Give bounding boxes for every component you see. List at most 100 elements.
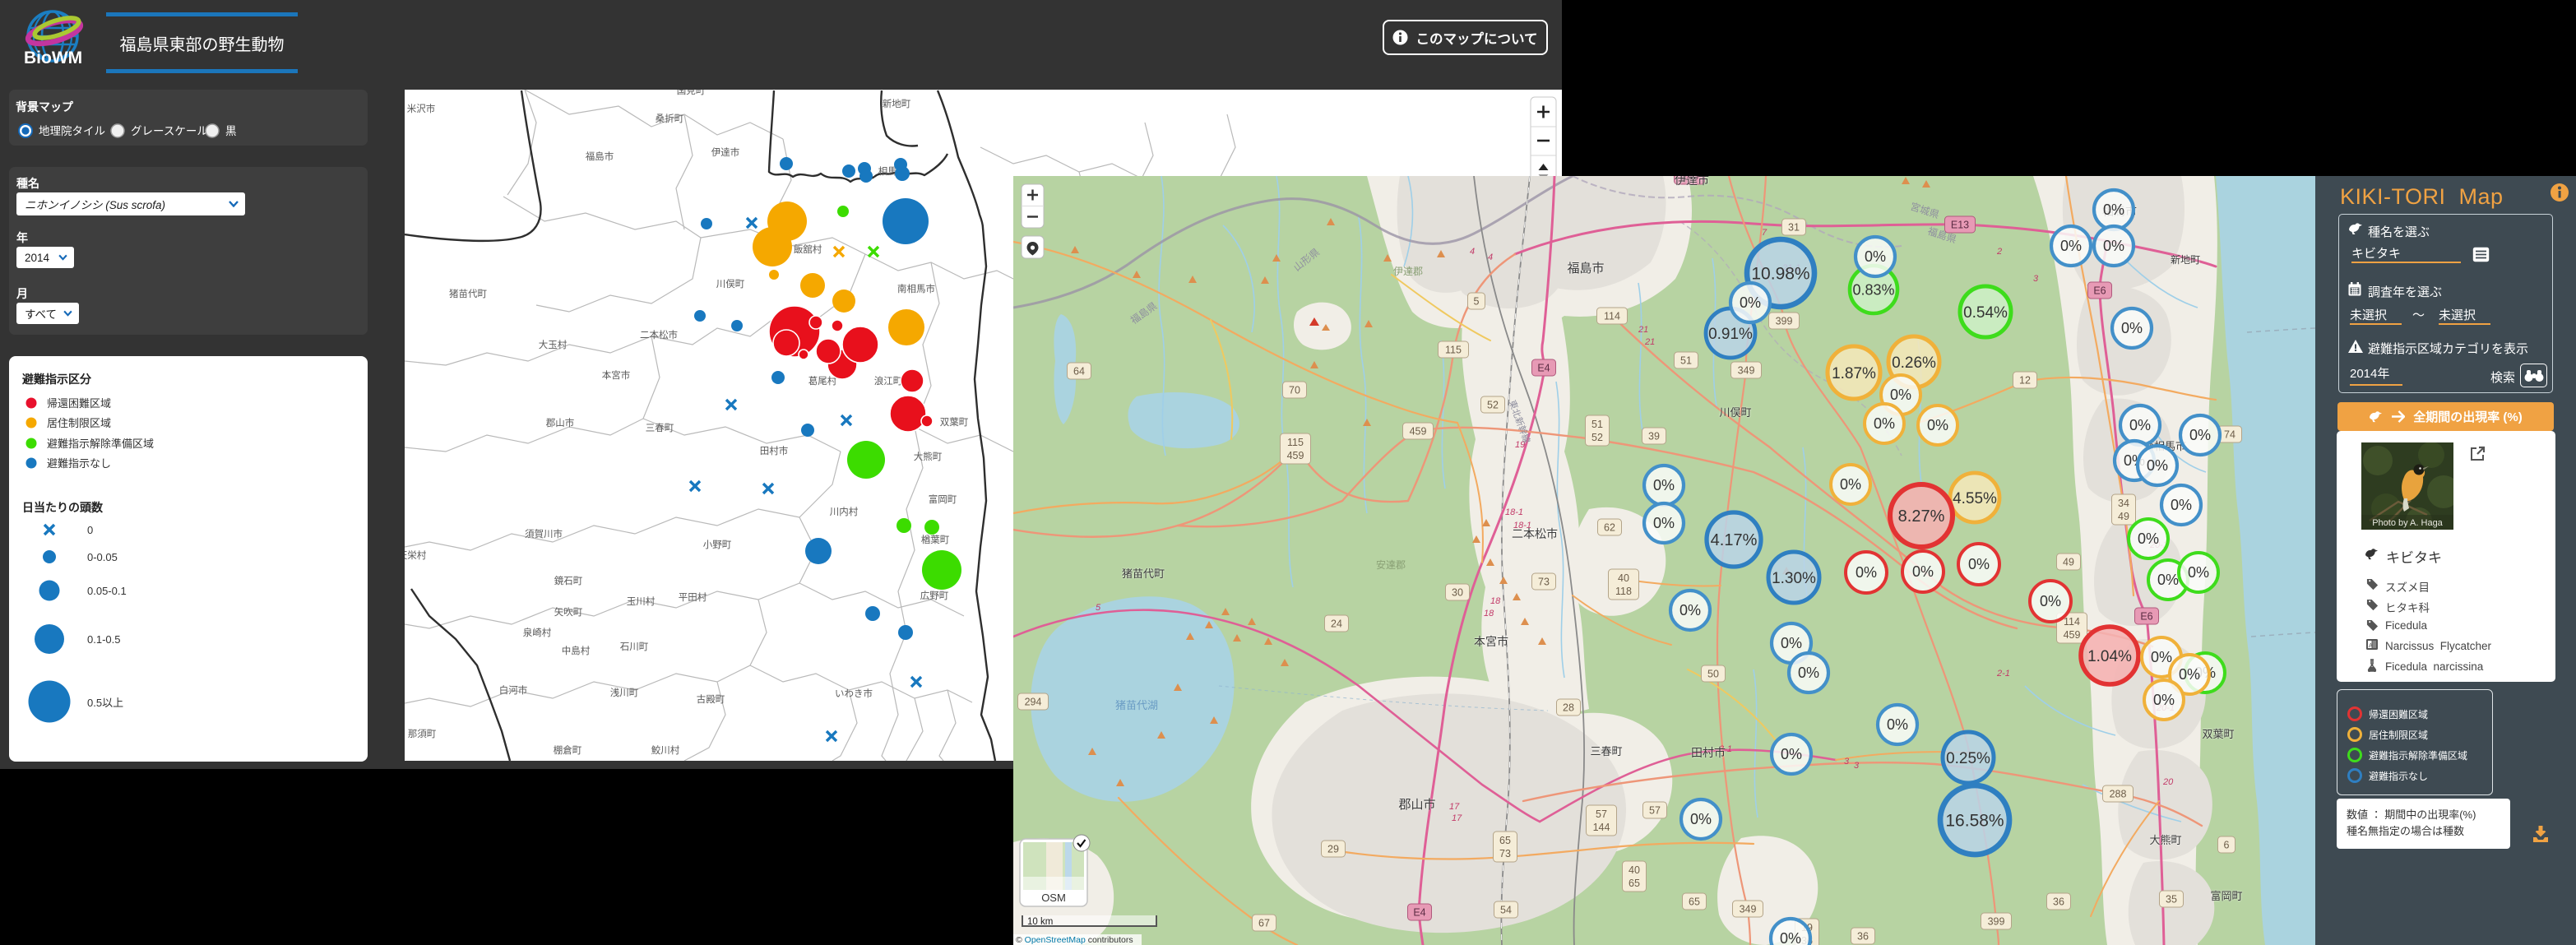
svg-text:40: 40 <box>1618 572 1629 584</box>
svg-text:70: 70 <box>1289 385 1300 396</box>
svg-text:富岡町: 富岡町 <box>2210 890 2242 902</box>
svg-text:鮫川村: 鮫川村 <box>651 744 680 756</box>
svg-text:4: 4 <box>1470 247 1475 257</box>
svg-text:桑折町: 桑折町 <box>656 113 684 124</box>
svg-text:144: 144 <box>1593 822 1610 833</box>
svg-text:Photo by A. Haga: Photo by A. Haga <box>2372 518 2443 528</box>
svg-text:0%: 0% <box>2189 427 2211 443</box>
svg-text:二本松市: 二本松市 <box>1512 527 1558 540</box>
svg-text:猪苗代町: 猪苗代町 <box>449 289 487 299</box>
svg-text:0%: 0% <box>2121 320 2143 336</box>
svg-text:0%: 0% <box>1968 556 1990 572</box>
svg-text:黒: 黒 <box>225 125 237 137</box>
svg-text:74: 74 <box>2224 429 2235 441</box>
svg-text:E4: E4 <box>1413 907 1425 919</box>
svg-text:E6: E6 <box>2140 611 2152 623</box>
svg-text:郡山市: 郡山市 <box>546 418 575 428</box>
svg-text:118: 118 <box>1615 586 1632 597</box>
svg-text:16.58%: 16.58% <box>1945 812 2004 831</box>
svg-text:7: 7 <box>1762 228 1768 238</box>
svg-text:玉川村: 玉川村 <box>627 595 656 607</box>
svg-text:葛尾村: 葛尾村 <box>808 375 837 387</box>
svg-text:21: 21 <box>1638 325 1648 335</box>
svg-text:57: 57 <box>1596 808 1607 820</box>
svg-text:62: 62 <box>1604 522 1615 534</box>
svg-text:0.54%: 0.54% <box>1963 304 2008 322</box>
svg-text:0%: 0% <box>1679 602 1701 618</box>
svg-text:2-1: 2-1 <box>1996 669 2010 679</box>
svg-text:4.17%: 4.17% <box>1711 531 1758 549</box>
svg-text:18: 18 <box>1490 596 1501 606</box>
svg-text:古殿町: 古殿町 <box>697 693 725 705</box>
svg-text:20: 20 <box>2162 777 2174 787</box>
svg-text:1.04%: 1.04% <box>2087 648 2132 665</box>
svg-text:E6: E6 <box>2093 285 2106 297</box>
svg-text:飯舘村: 飯舘村 <box>794 243 822 255</box>
svg-text:避難指示なし: 避難指示なし <box>47 457 111 470</box>
svg-text:平田村: 平田村 <box>679 591 707 603</box>
svg-text:双葉町: 双葉町 <box>940 417 969 428</box>
svg-text:避難指示解除準備区域: 避難指示解除準備区域 <box>47 438 154 450</box>
svg-text:0%: 0% <box>1865 248 1886 265</box>
svg-text:12: 12 <box>2019 375 2031 387</box>
svg-text:白河市: 白河市 <box>499 684 528 696</box>
svg-text:18-1: 18-1 <box>1505 507 1523 517</box>
svg-text:65: 65 <box>1629 878 1640 889</box>
svg-text:6: 6 <box>2224 840 2230 851</box>
svg-text:須賀川市: 須賀川市 <box>525 528 563 540</box>
svg-text:3: 3 <box>2033 274 2039 284</box>
svg-text:1.87%: 1.87% <box>1832 365 1876 382</box>
svg-text:川俣町: 川俣町 <box>1719 406 1751 419</box>
svg-text:0%: 0% <box>1887 716 1908 733</box>
svg-text:グレースケール: グレースケール <box>131 125 208 137</box>
svg-text:天栄村: 天栄村 <box>405 549 427 561</box>
svg-text:8.27%: 8.27% <box>1898 507 1945 526</box>
svg-text:349: 349 <box>1738 365 1755 377</box>
svg-text:南相馬市: 南相馬市 <box>897 283 935 294</box>
svg-text:294: 294 <box>1025 697 1042 708</box>
svg-text:10 km: 10 km <box>1027 917 1053 927</box>
svg-text:3: 3 <box>1844 757 1850 767</box>
svg-text:459: 459 <box>1287 450 1304 461</box>
svg-text:泉崎村: 泉崎村 <box>523 627 552 638</box>
svg-text:0: 0 <box>87 524 93 536</box>
svg-text:浅川町: 浅川町 <box>610 688 639 698</box>
svg-text:浪江町: 浪江町 <box>874 376 903 387</box>
svg-text:73: 73 <box>1499 848 1511 859</box>
svg-text:34: 34 <box>2118 498 2129 509</box>
svg-text:0%: 0% <box>1781 635 1802 651</box>
svg-text:0%: 0% <box>2157 572 2179 588</box>
svg-text:114: 114 <box>2064 616 2080 628</box>
svg-text:大熊町: 大熊町 <box>914 451 943 462</box>
svg-text:399: 399 <box>1776 316 1793 327</box>
svg-text:猪苗代湖: 猪苗代湖 <box>1115 699 1158 711</box>
svg-text:0%: 0% <box>1912 563 1934 580</box>
svg-text:新地町: 新地町 <box>2171 254 2200 266</box>
svg-text:大熊町: 大熊町 <box>2149 834 2181 846</box>
svg-text:0.05-0.1: 0.05-0.1 <box>87 585 127 597</box>
svg-text:三春町: 三春町 <box>646 423 674 433</box>
svg-text:29: 29 <box>1327 844 1339 855</box>
svg-text:双葉町: 双葉町 <box>2202 728 2234 740</box>
svg-text:0%: 0% <box>2153 692 2175 708</box>
svg-text:57: 57 <box>1649 805 1661 817</box>
svg-text:114: 114 <box>1604 311 1620 322</box>
svg-text:3: 3 <box>1854 761 1860 771</box>
svg-text:0%: 0% <box>2151 649 2172 665</box>
svg-text:郡山市: 郡山市 <box>1398 798 1435 812</box>
svg-text:31: 31 <box>1788 222 1800 234</box>
svg-text:楢葉町: 楢葉町 <box>921 534 950 545</box>
svg-text:40: 40 <box>1629 864 1640 876</box>
svg-text:0%: 0% <box>1927 417 1948 433</box>
svg-text:65: 65 <box>1499 835 1511 846</box>
svg-text:49: 49 <box>2118 511 2129 522</box>
svg-text:28: 28 <box>1563 702 1574 714</box>
svg-text:50: 50 <box>1707 669 1719 680</box>
svg-text:富岡町: 富岡町 <box>929 494 957 505</box>
svg-text:51: 51 <box>1591 419 1603 430</box>
svg-text:4.55%: 4.55% <box>1953 490 1997 507</box>
svg-text:小野町: 小野町 <box>703 540 732 550</box>
svg-text:17: 17 <box>1452 813 1462 823</box>
svg-text:51: 51 <box>1680 355 1692 367</box>
svg-text:52: 52 <box>1487 400 1499 411</box>
